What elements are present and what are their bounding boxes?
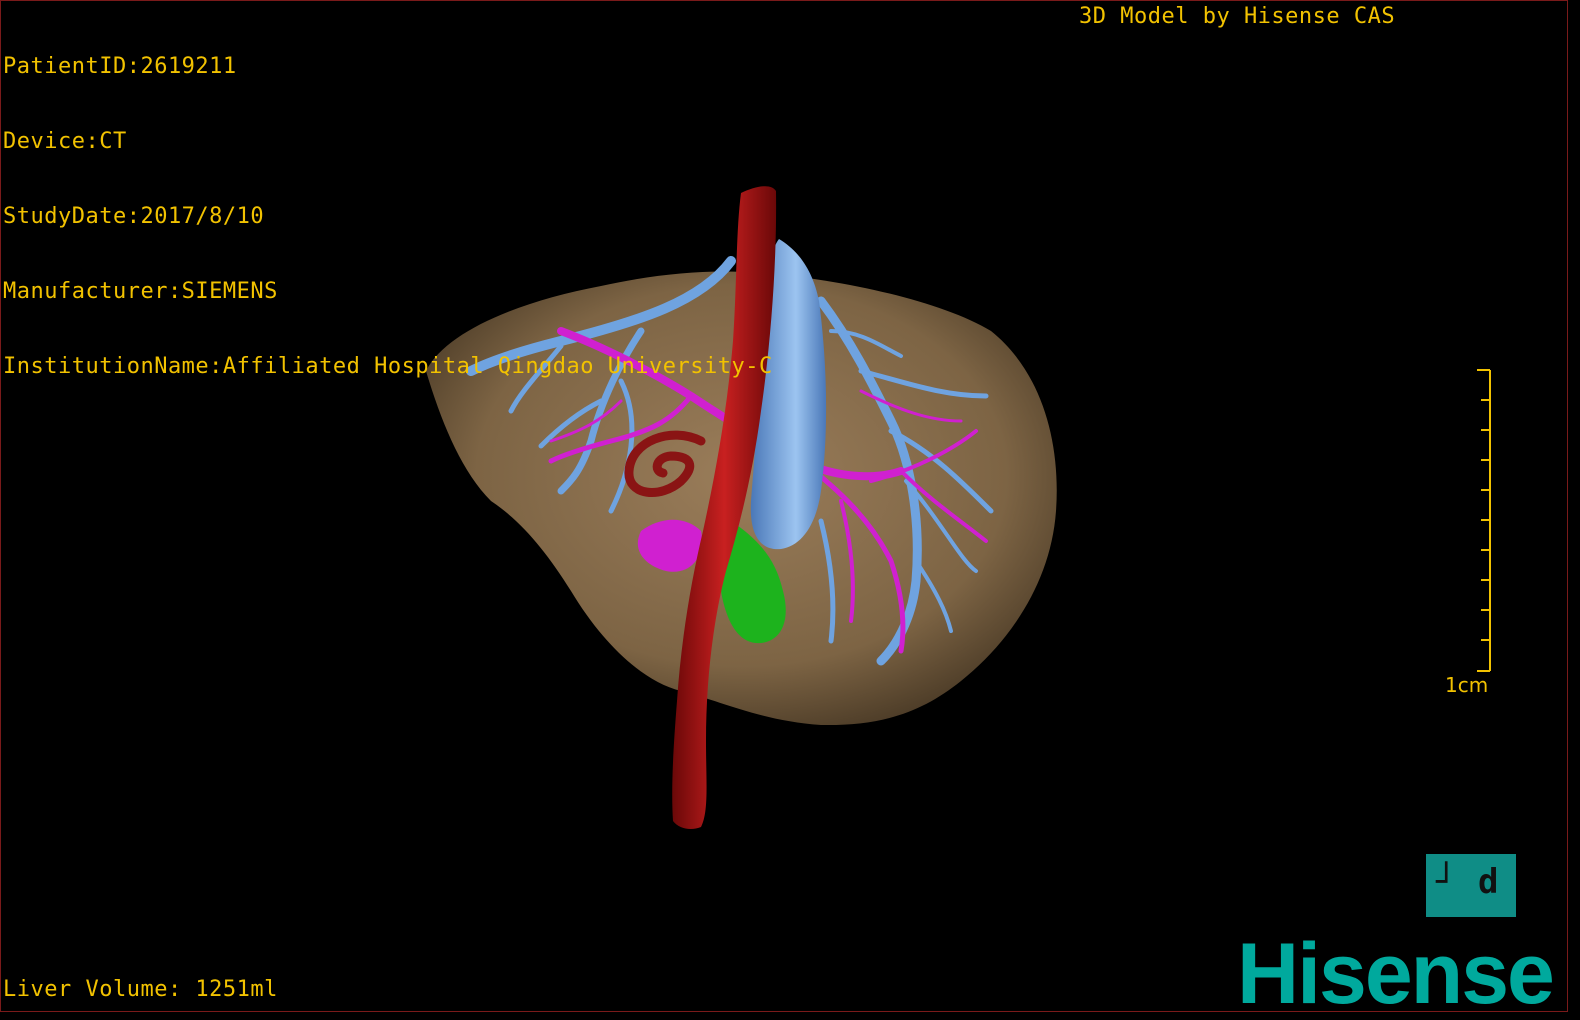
logo-mark-left-glyph: ┘ — [1436, 862, 1457, 902]
scale-bar — [1477, 369, 1491, 672]
scale-label: 1cm — [1445, 673, 1489, 697]
study-date-text: StudyDate:2017/8/10 — [3, 204, 265, 229]
hisense-logo: Hisense — [1237, 926, 1555, 1012]
hisense-logo-mark: ┘ d — [1426, 854, 1516, 917]
liver-volume-text: Liver Volume: 1251ml — [3, 977, 278, 1002]
device-text: Device:CT — [3, 129, 127, 154]
3d-viewport[interactable]: PatientID:2619211 Device:CT StudyDate:20… — [0, 0, 1568, 1012]
patient-id-text: PatientID:2619211 — [3, 54, 237, 79]
manufacturer-text: Manufacturer:SIEMENS — [3, 279, 278, 304]
institution-text: InstitutionName:Affiliated Hospital Qing… — [3, 354, 773, 379]
logo-mark-right-glyph: d — [1478, 862, 1499, 902]
patient-info-overlay: PatientID:2619211 Device:CT StudyDate:20… — [3, 4, 773, 429]
model-credit-text: 3D Model by Hisense CAS — [1079, 4, 1396, 29]
